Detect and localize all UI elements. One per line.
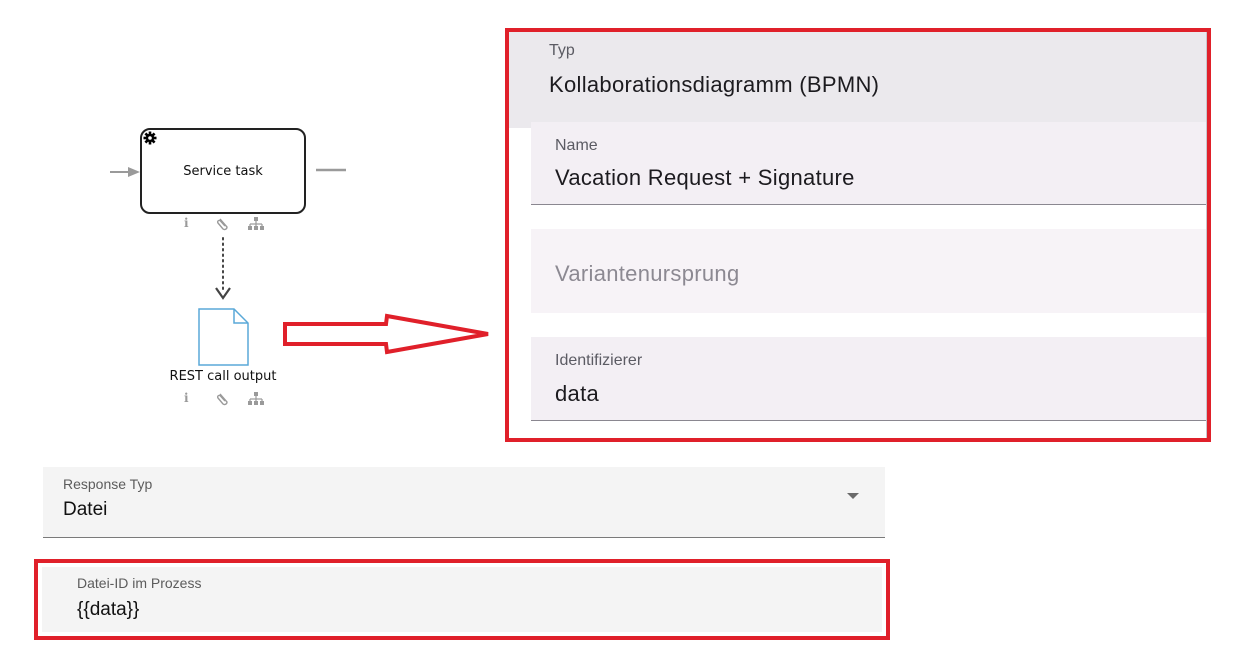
name-input[interactable]: Vacation Request + Signature (555, 165, 855, 191)
properties-panel: Typ Kollaborationsdiagramm (BPMN) Name V… (505, 28, 1211, 442)
type-label: Typ (549, 42, 575, 59)
data-association-arrow (215, 237, 231, 300)
hierarchy-icon[interactable] (248, 217, 264, 231)
callout-arrow (283, 313, 489, 355)
outgoing-flow-line (316, 168, 346, 172)
name-label: Name (555, 137, 598, 154)
identifier-input[interactable]: data (555, 381, 599, 407)
incoming-flow-arrow (110, 167, 140, 177)
file-id-input[interactable]: {{data}} (77, 599, 139, 621)
dropdown-arrow-icon[interactable] (846, 492, 860, 500)
file-id-label: Datei-ID im Prozess (77, 575, 202, 591)
variant-origin-placeholder: Variantenursprung (555, 261, 740, 286)
response-type-label: Response Typ (63, 476, 153, 492)
data-object-label: REST call output (169, 369, 277, 384)
identifier-field[interactable] (531, 337, 1207, 421)
document-icon[interactable] (198, 308, 250, 368)
file-id-field-highlight: Datei-ID im Prozess {{data}} (34, 559, 890, 640)
paperclip-icon[interactable] (216, 392, 230, 406)
gear-icon (143, 131, 157, 148)
panel-scrollbar[interactable] (1206, 32, 1207, 438)
info-icon[interactable]: i (184, 391, 189, 405)
identifier-label: Identifizierer (555, 352, 643, 369)
service-task-label: Service task (183, 164, 263, 179)
response-type-select[interactable] (43, 467, 885, 538)
paperclip-icon[interactable] (216, 217, 230, 231)
response-type-value: Datei (63, 499, 108, 520)
type-value: Kollaborationsdiagramm (BPMN) (549, 72, 880, 97)
hierarchy-icon[interactable] (248, 392, 264, 406)
name-field[interactable] (531, 122, 1207, 205)
info-icon[interactable]: i (184, 216, 189, 230)
